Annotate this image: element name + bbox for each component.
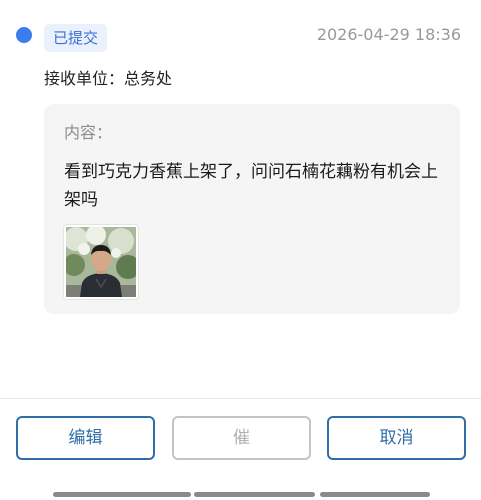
home-indicator-bar	[194, 492, 315, 497]
recipient-unit: 接收单位：总务处	[44, 69, 173, 88]
home-indicator-bar	[320, 492, 430, 497]
cancel-button[interactable]: 取消	[327, 416, 466, 460]
status-dot-icon	[16, 27, 32, 43]
footer-divider	[0, 398, 481, 399]
urge-button[interactable]: 催	[172, 416, 311, 460]
home-indicator-bar	[53, 492, 191, 497]
content-label: 内容：	[64, 123, 113, 142]
submission-timestamp: 2026-04-29 18:36	[316, 25, 461, 44]
status-badge: 已提交	[44, 24, 108, 52]
content-text: 看到巧克力香蕉上架了，问问石楠花藕粉有机会上架吗	[64, 162, 438, 210]
submission-detail: 已提交 2026-04-29 18:36 接收单位：总务处 内容： 看到巧克力香…	[0, 0, 481, 500]
content-card: 内容： 看到巧克力香蕉上架了，问问石楠花藕粉有机会上架吗	[44, 104, 460, 314]
attachment-photo-thumbnail[interactable]	[64, 225, 138, 299]
person-photo-icon	[66, 227, 136, 297]
edit-button[interactable]: 编辑	[16, 416, 155, 460]
